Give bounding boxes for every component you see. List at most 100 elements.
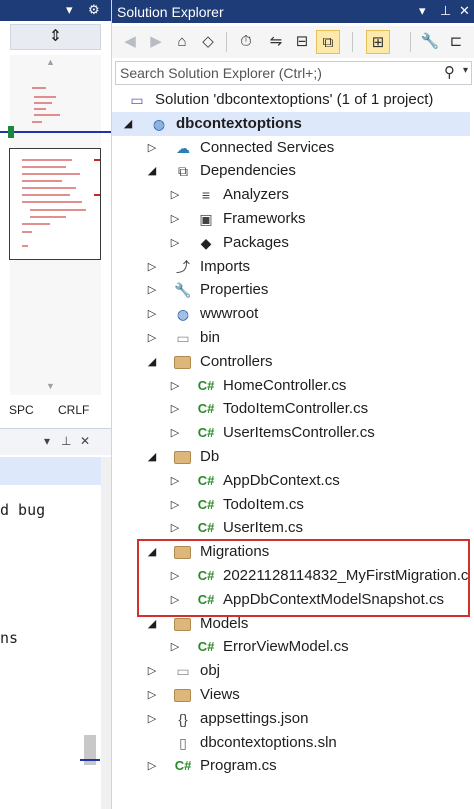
tree-item[interactable]: ▷ C# UserItemsController.cs — [112, 421, 474, 445]
tree-item[interactable]: ▯ dbcontextoptions.sln — [112, 731, 474, 755]
tree-item[interactable]: ▷ {} appsettings.json — [112, 707, 474, 731]
collapse-arrow-icon[interactable]: ◢ — [146, 450, 158, 463]
folder-shape — [174, 451, 191, 464]
tree-item[interactable]: ▷ C# TodoItem.cs — [112, 493, 474, 517]
tree-item[interactable]: ▷ ≡ Analyzers — [112, 183, 474, 207]
expand-arrow-icon[interactable]: ▷ — [169, 426, 181, 439]
pin-icon[interactable]: ⊥ — [440, 3, 451, 19]
preview-pane-icon[interactable]: ⊏ — [444, 30, 468, 54]
tree-item[interactable]: ▷ C# 20221128114832_MyFirstMigration.cs — [112, 564, 474, 588]
tree-item[interactable]: ◢ ⧉ Dependencies — [112, 159, 474, 183]
pending-changes-filter-icon[interactable]: ⏱ — [234, 30, 258, 54]
tree-item-label: Migrations — [200, 543, 270, 560]
toolbar-separator — [226, 32, 227, 52]
whitespace-indicator[interactable]: SPC — [9, 403, 34, 417]
expand-arrow-icon[interactable]: ▷ — [169, 188, 181, 201]
expand-arrow-icon[interactable]: ▷ — [146, 260, 158, 273]
close-icon[interactable]: ✕ — [459, 3, 470, 19]
tree-item[interactable]: ▷ ▭ obj — [112, 659, 474, 683]
vs-switch-views-icon[interactable]: ◇ — [196, 30, 220, 54]
search-options-dropdown-icon[interactable]: ▾ — [463, 65, 468, 76]
dropdown-icon[interactable]: ▾ — [44, 434, 50, 448]
tree-item[interactable]: ▷ ▭ bin — [112, 326, 474, 350]
collapse-arrow-icon[interactable]: ◢ — [122, 117, 134, 130]
tree-item-label: Imports — [200, 258, 251, 275]
pin-icon[interactable]: ⊥ — [61, 434, 71, 448]
split-window-icon[interactable]: ⇕ — [10, 24, 101, 50]
tree-item-label: 20221128114832_MyFirstMigration.cs — [223, 567, 474, 584]
tree-item[interactable]: ◢ Migrations — [112, 540, 474, 564]
change-marker — [8, 126, 14, 138]
tree-item[interactable]: ▷ ⤴ Imports — [112, 255, 474, 279]
expand-arrow-icon[interactable]: ▷ — [146, 712, 158, 725]
tree-item[interactable]: ◢ Models — [112, 612, 474, 636]
expand-arrow-icon[interactable]: ▷ — [169, 640, 181, 653]
status-bar: SPC CRLF — [0, 400, 111, 420]
tree-item[interactable]: ▷ ◆ Packages — [112, 231, 474, 255]
tree-item-label: appsettings.json — [200, 710, 309, 727]
tree-item[interactable]: ▷ C# HomeController.cs — [112, 374, 474, 398]
expand-arrow-icon[interactable]: ▷ — [169, 498, 181, 511]
tree-item[interactable]: ◢ ◍ dbcontextoptions — [112, 112, 474, 136]
toolbar-separator — [410, 32, 411, 52]
gear-icon[interactable]: ⚙ — [88, 2, 100, 18]
expand-arrow-icon[interactable]: ▷ — [146, 688, 158, 701]
tree-item[interactable]: ▷ C# TodoItemController.cs — [112, 397, 474, 421]
tree-item[interactable]: ▷ C# AppDbContext.cs — [112, 469, 474, 493]
tree-item[interactable]: ▷ 🔧 Properties — [112, 278, 474, 302]
expand-arrow-icon[interactable]: ▷ — [169, 593, 181, 606]
collapse-arrow-icon[interactable]: ◢ — [146, 545, 158, 558]
sync-icon[interactable]: ⇋ — [264, 30, 288, 54]
collapse-arrow-icon[interactable]: ◢ — [146, 355, 158, 368]
expand-arrow-icon[interactable]: ▷ — [146, 141, 158, 154]
dropdown-icon[interactable]: ▾ — [66, 2, 73, 18]
collapse-all-icon[interactable]: ⊟ — [290, 30, 314, 54]
home-icon[interactable]: ⌂ — [170, 30, 194, 54]
tree-item[interactable]: ▷ Views — [112, 683, 474, 707]
tree-item[interactable]: ▷ ▣ Frameworks — [112, 207, 474, 231]
tree-item[interactable]: ▷ ◍ wwwroot — [112, 302, 474, 326]
expand-arrow-icon[interactable]: ▷ — [146, 664, 158, 677]
minimap-viewport[interactable] — [9, 148, 101, 260]
collapse-arrow-icon[interactable]: ◢ — [146, 617, 158, 630]
expand-arrow-icon[interactable]: ▷ — [169, 212, 181, 225]
expand-arrow-icon[interactable]: ▷ — [169, 402, 181, 415]
tree-item-label: AppDbContextModelSnapshot.cs — [223, 591, 444, 608]
tree-item[interactable]: ▷ C# AppDbContextModelSnapshot.cs — [112, 588, 474, 612]
show-all-files-icon[interactable]: ⧉ — [316, 30, 340, 54]
expand-arrow-icon[interactable]: ▷ — [146, 759, 158, 772]
tree-item[interactable]: ◢ Controllers — [112, 350, 474, 374]
tree-item[interactable]: ▷ ☁ Connected Services — [112, 136, 474, 160]
tree-item[interactable]: ▷ C# Program.cs — [112, 754, 474, 778]
preview-selected-icon[interactable]: ⊞ — [366, 30, 390, 54]
solution-explorer-title-bar: Solution Explorer ▾ ⊥ ✕ — [112, 0, 474, 23]
expand-arrow-icon[interactable]: ▷ — [146, 283, 158, 296]
output-scrollbar[interactable] — [101, 457, 111, 809]
collapse-arrow-icon[interactable]: ◢ — [146, 164, 158, 177]
tree-item-label: AppDbContext.cs — [223, 472, 340, 489]
tree-item[interactable]: ▭ Solution 'dbcontextoptions' (1 of 1 pro… — [112, 88, 474, 112]
scroll-down-icon[interactable]: ▼ — [46, 381, 55, 391]
forward-icon[interactable]: ▶ — [144, 30, 168, 54]
close-icon[interactable]: ✕ — [80, 434, 90, 448]
expand-arrow-icon[interactable]: ▷ — [169, 236, 181, 249]
expand-arrow-icon[interactable]: ▷ — [169, 521, 181, 534]
properties-icon[interactable]: 🔧 — [418, 30, 442, 54]
search-icon[interactable]: ⚲ — [444, 63, 455, 81]
back-icon[interactable]: ◀ — [118, 30, 142, 54]
dropdown-icon[interactable]: ▾ — [419, 3, 426, 19]
expand-arrow-icon[interactable]: ▷ — [169, 569, 181, 582]
folder-outline-icon: ▭ — [176, 663, 190, 679]
tree-scrollbar[interactable] — [470, 88, 474, 809]
tree-item[interactable]: ▷ C# UserItem.cs — [112, 516, 474, 540]
expand-arrow-icon[interactable]: ▷ — [146, 307, 158, 320]
expand-arrow-icon[interactable]: ▷ — [169, 379, 181, 392]
search-input[interactable]: Search Solution Explorer (Ctrl+;) ⚲ ▾ — [115, 61, 472, 85]
tree-item[interactable]: ◢ Db — [112, 445, 474, 469]
tree-item[interactable]: ▷ C# ErrorViewModel.cs — [112, 635, 474, 659]
expand-arrow-icon[interactable]: ▷ — [146, 331, 158, 344]
line-ending-indicator[interactable]: CRLF — [58, 403, 89, 417]
scroll-up-icon[interactable]: ▲ — [46, 57, 55, 67]
folder-icon — [174, 543, 192, 561]
expand-arrow-icon[interactable]: ▷ — [169, 474, 181, 487]
